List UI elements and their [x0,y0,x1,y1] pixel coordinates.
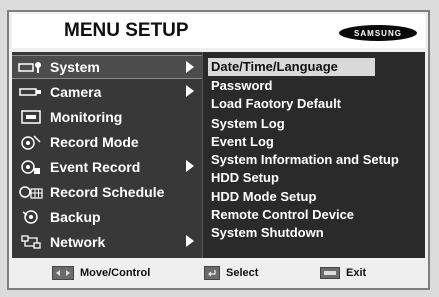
record-schedule-icon [12,182,50,202]
menu-item-label: Monitoring [50,109,123,125]
submenu-item-event-log[interactable]: Event Log [211,133,274,151]
system-icon [12,57,50,77]
menu-item-system[interactable]: System [12,55,202,79]
backup-icon [12,207,50,227]
submenu-item-system-shutdown[interactable]: System Shutdown [211,224,324,242]
main-menu: System Camera Monitoring Record Mode Eve… [12,52,202,258]
chevron-right-icon [186,85,194,97]
submenu-item-system-information[interactable]: System Information and Setup [211,151,399,169]
menu-item-network[interactable]: Network [12,230,202,254]
move-control-label: Move/Control [80,267,151,279]
submenu-item-date-time-language[interactable]: Date/Time/Language [208,58,375,76]
system-submenu: Date/Time/Language Password Load Faotory… [202,52,425,258]
chevron-right-icon [186,160,194,172]
camera-icon [12,82,50,102]
menu-item-event-record[interactable]: Event Record [12,155,202,179]
footer-hints: Move/Control Select Exit [12,260,425,286]
chevron-right-icon [186,235,194,247]
menu-item-label: Record Schedule [50,184,165,200]
move-control-hint: Move/Control [52,266,150,280]
menu-item-backup[interactable]: Backup [12,205,202,229]
select-label: Select [226,267,259,279]
chevron-right-icon [186,61,194,73]
menu-key-icon [320,267,340,279]
event-record-icon [12,157,50,177]
submenu-item-password[interactable]: Password [211,77,272,95]
exit-label: Exit [346,267,367,279]
menu-item-record-mode[interactable]: Record Mode [12,130,202,154]
menu-item-label: Record Mode [50,134,139,150]
menu-panel: System Camera Monitoring Record Mode Eve… [12,52,425,258]
menu-item-camera[interactable]: Camera [12,80,202,104]
menu-item-monitoring[interactable]: Monitoring [12,105,202,129]
menu-item-label: Event Record [50,159,141,175]
page-title: MENU SETUP [64,20,189,41]
monitor-icon [12,107,50,127]
submenu-item-load-factory-default[interactable]: Load Faotory Default [211,95,341,113]
menu-item-label: System [50,59,100,75]
network-icon [12,232,50,252]
select-hint: Select [204,266,258,280]
samsung-logo: SAMSUNG [339,25,417,41]
header-bar: MENU SETUP SAMSUNG [12,14,425,48]
menu-item-record-schedule[interactable]: Record Schedule [12,180,202,204]
submenu-item-hdd-mode-setup[interactable]: HDD Mode Setup [211,188,316,206]
submenu-item-hdd-setup[interactable]: HDD Setup [211,169,279,187]
menu-item-label: Camera [50,84,102,100]
enter-key-icon [204,266,220,280]
direction-keys-icon [52,266,74,280]
exit-hint: Exit [320,267,366,279]
submenu-item-remote-control[interactable]: Remote Control Device [211,206,354,224]
menu-item-label: Backup [50,209,101,225]
submenu-item-system-log[interactable]: System Log [211,115,285,133]
record-mode-icon [12,132,50,152]
menu-item-label: Network [50,234,106,250]
